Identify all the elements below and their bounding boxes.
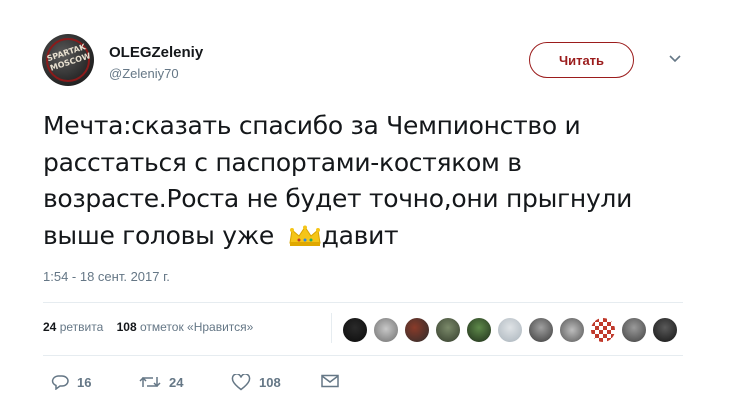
retweet-stat-label: ретвита <box>59 320 104 334</box>
reply-count: 16 <box>77 374 92 390</box>
liker-avatar[interactable] <box>528 317 554 343</box>
liker-avatar[interactable] <box>435 317 461 343</box>
reply-icon <box>51 375 69 390</box>
like-stat[interactable]: 108 отметок «Нравится» <box>117 320 254 334</box>
retweet-stat-count: 24 <box>43 320 57 334</box>
like-button[interactable]: 108 <box>231 374 281 391</box>
like-stat-label: отметок «Нравится» <box>139 320 254 334</box>
author-avatar[interactable]: SPARTAK MOSCOW <box>42 34 94 86</box>
liker-avatar[interactable] <box>621 317 647 343</box>
author-handle[interactable]: @Zeleniy70 <box>109 66 179 81</box>
liker-avatar[interactable] <box>497 317 523 343</box>
like-stat-count: 108 <box>116 320 137 334</box>
chevron-down-icon[interactable] <box>669 52 681 64</box>
reply-button[interactable]: 16 <box>51 374 91 390</box>
liker-avatar[interactable] <box>466 317 492 343</box>
tweet-body-tail: давит <box>321 220 399 250</box>
liker-avatar[interactable] <box>404 317 430 343</box>
tweet-text: Мечта:сказать спасибо за Чемпионство и р… <box>43 108 693 254</box>
liker-avatar[interactable] <box>559 317 585 343</box>
direct-message-button[interactable] <box>321 374 347 388</box>
follow-button[interactable]: Читать <box>529 42 634 78</box>
liker-avatar[interactable] <box>652 317 678 343</box>
retweet-button[interactable]: 24 <box>139 374 183 390</box>
stats-separator <box>331 313 332 343</box>
liker-avatar[interactable] <box>590 317 616 343</box>
heart-icon <box>231 374 251 391</box>
divider-bottom <box>43 355 683 356</box>
tweet-stats: 24 ретвита 108 отметок «Нравится» <box>43 320 253 334</box>
author-display-name[interactable]: OLEGZeleniy <box>109 44 203 61</box>
retweet-icon <box>139 376 161 388</box>
divider-top <box>43 302 683 303</box>
envelope-icon <box>321 374 339 388</box>
liker-avatar[interactable] <box>342 317 368 343</box>
liker-avatar[interactable] <box>373 317 399 343</box>
crown-emoji-icon <box>289 225 321 246</box>
retweet-stat[interactable]: 24 ретвита <box>43 320 103 334</box>
tweet-timestamp[interactable]: 1:54 - 18 сент. 2017 г. <box>43 269 170 284</box>
like-count: 108 <box>259 375 281 390</box>
retweet-count: 24 <box>169 374 184 390</box>
